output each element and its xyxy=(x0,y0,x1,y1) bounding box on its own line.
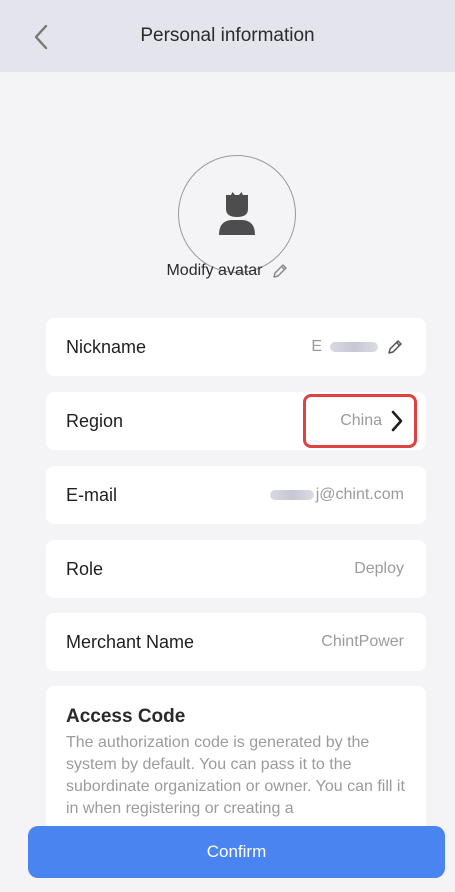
page-title: Personal information xyxy=(140,25,315,46)
merchant-row[interactable]: Merchant Name ChintPower xyxy=(46,613,426,671)
role-row[interactable]: Role Deploy xyxy=(46,540,426,598)
email-row[interactable]: E-mail j@chint.com xyxy=(46,466,426,524)
email-value: j@chint.com xyxy=(315,486,404,503)
chevron-left-icon xyxy=(34,24,48,50)
modify-avatar[interactable]: Modify avatar xyxy=(0,262,455,280)
access-code-description: The authorization code is generated by t… xyxy=(66,734,405,817)
access-code-title: Access Code xyxy=(66,706,186,727)
confirm-button[interactable]: Confirm xyxy=(28,826,445,878)
back-button[interactable] xyxy=(26,22,56,52)
role-label: Role xyxy=(66,558,104,579)
avatar[interactable] xyxy=(178,155,296,273)
user-icon xyxy=(219,192,255,235)
merchant-label: Merchant Name xyxy=(66,631,195,652)
pencil-icon[interactable] xyxy=(386,338,404,356)
email-value-wrap: j@chint.com xyxy=(269,486,404,504)
nickname-row[interactable]: Nickname E xyxy=(46,318,426,376)
region-value-wrap: China xyxy=(340,410,404,432)
redacted-text xyxy=(269,490,314,500)
region-value: China xyxy=(340,412,382,429)
role-value: Deploy xyxy=(354,560,404,577)
redacted-text xyxy=(330,342,378,352)
region-row[interactable]: Region China xyxy=(46,392,426,450)
nickname-value-wrap: E xyxy=(311,338,404,356)
nickname-label: Nickname xyxy=(66,336,147,357)
email-label: E-mail xyxy=(66,484,118,505)
top-bar: Personal information xyxy=(0,0,455,72)
modify-avatar-label: Modify avatar xyxy=(166,262,263,279)
merchant-value: ChintPower xyxy=(321,633,404,650)
pencil-icon xyxy=(272,264,287,278)
nickname-value: E xyxy=(311,338,322,355)
chevron-right-icon[interactable] xyxy=(390,410,404,432)
region-label: Region xyxy=(66,410,124,431)
